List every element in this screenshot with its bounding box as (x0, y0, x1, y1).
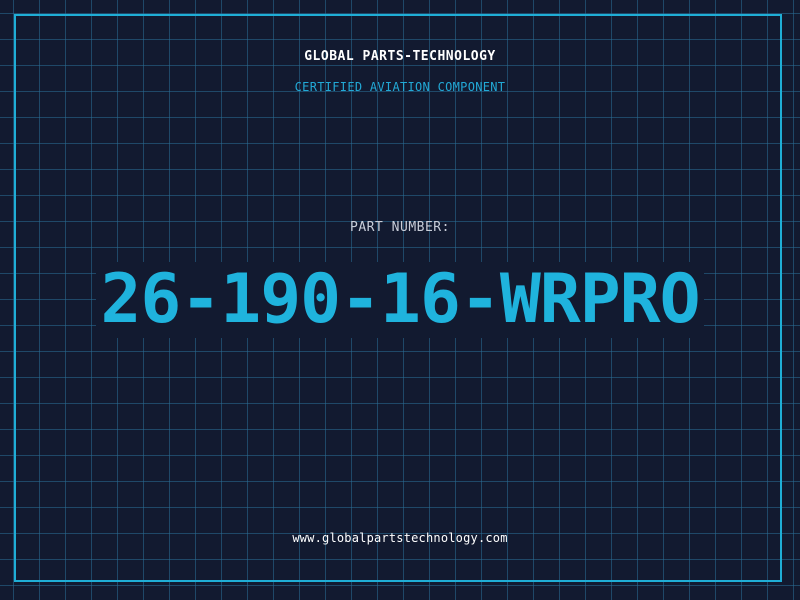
company-name: GLOBAL PARTS-TECHNOLOGY (304, 49, 496, 64)
part-label-card: GLOBAL PARTS-TECHNOLOGY CERTIFIED AVIATI… (0, 0, 800, 600)
part-number-value: 26-190-16-WRPRO (96, 262, 704, 338)
website-url: www.globalpartstechnology.com (292, 531, 508, 545)
part-number-container: 26-190-16-WRPRO (0, 262, 800, 338)
part-number-label: PART NUMBER: (350, 220, 450, 235)
certification-subtitle: CERTIFIED AVIATION COMPONENT (294, 80, 506, 94)
